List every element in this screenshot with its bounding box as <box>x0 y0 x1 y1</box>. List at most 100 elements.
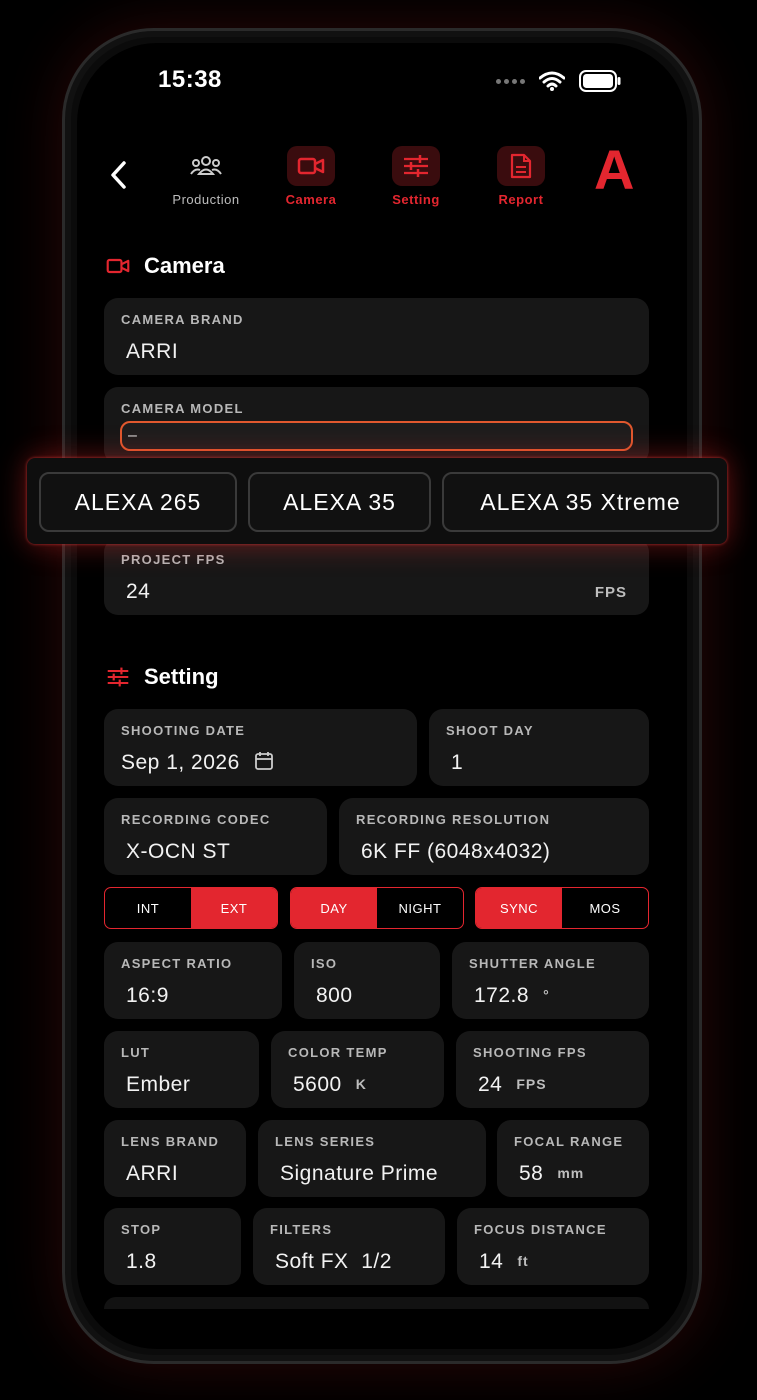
tab-setting[interactable]: Setting <box>366 146 466 207</box>
camera-brand-field[interactable]: CAMERA BRAND ARRI <box>104 298 649 375</box>
toggle-mos[interactable]: MOS <box>562 888 648 928</box>
lens-series-label: LENS SERIES <box>275 1134 376 1149</box>
color-temp-unit: K <box>355 1076 367 1092</box>
camera-model-label: CAMERA MODEL <box>121 401 244 416</box>
sync-mos-toggle: SYNC MOS <box>475 887 649 929</box>
shooting-date-field[interactable]: SHOOTING DATE Sep 1, 2026 <box>104 709 417 786</box>
stop-field[interactable]: STOP 1.8 <box>104 1208 241 1285</box>
lens-brand-label: LENS BRAND <box>121 1134 220 1149</box>
int-ext-toggle: INT EXT <box>104 887 278 929</box>
iso-field[interactable]: ISO 800 <box>294 942 440 1019</box>
lens-series-value: Signature Prime <box>280 1162 439 1185</box>
project-fps-value: 24 <box>126 580 151 603</box>
camera-brand-value: ARRI <box>126 340 179 363</box>
next-row-partial <box>104 1297 649 1309</box>
shutter-angle-value: 172.8 ° <box>474 984 550 1008</box>
stop-label: STOP <box>121 1222 162 1237</box>
camera-model-field[interactable]: CAMERA MODEL – <box>104 387 649 464</box>
color-temp-value: 5600 K <box>293 1073 367 1097</box>
camera-model-suggestions: ALEXA 265 ALEXA 35 ALEXA 35 Xtreme <box>27 458 727 544</box>
cellular-icon <box>496 78 525 84</box>
aspect-ratio-value: 16:9 <box>126 984 169 1007</box>
toggle-int[interactable]: INT <box>105 888 191 928</box>
filters-field[interactable]: FILTERS Soft FX 1/2 <box>253 1208 445 1285</box>
shoot-day-field[interactable]: SHOOT DAY 1 <box>429 709 649 786</box>
color-temp-number: 5600 <box>293 1073 342 1096</box>
shutter-angle-field[interactable]: SHUTTER ANGLE 172.8 ° <box>452 942 649 1019</box>
tab-production[interactable]: Production <box>156 146 256 207</box>
shooting-fps-number: 24 <box>478 1073 503 1096</box>
sliders-icon <box>107 667 129 687</box>
suggestion-alexa-35-xtreme[interactable]: ALEXA 35 Xtreme <box>442 472 719 532</box>
toggle-sync[interactable]: SYNC <box>476 888 562 928</box>
tab-camera[interactable]: Camera <box>261 146 361 207</box>
toggle-day[interactable]: DAY <box>291 888 377 928</box>
project-fps-unit: FPS <box>594 584 627 601</box>
aspect-ratio-field[interactable]: ASPECT RATIO 16:9 <box>104 942 282 1019</box>
tab-report[interactable]: Report <box>471 146 571 207</box>
color-temp-label: COLOR TEMP <box>288 1045 388 1060</box>
back-chevron-icon[interactable] <box>104 158 138 192</box>
lens-brand-field[interactable]: LENS BRAND ARRI <box>104 1120 246 1197</box>
shutter-angle-number: 172.8 <box>474 984 530 1007</box>
filters-label: FILTERS <box>270 1222 333 1237</box>
lut-value: Ember <box>126 1073 191 1096</box>
iso-label: ISO <box>311 956 338 971</box>
focus-distance-label: FOCUS DISTANCE <box>474 1222 607 1237</box>
lens-brand-value: ARRI <box>126 1162 179 1185</box>
shooting-fps-unit: FPS <box>516 1076 547 1092</box>
shutter-angle-label: SHUTTER ANGLE <box>469 956 596 971</box>
brand-logo: A <box>594 138 635 201</box>
toggle-night[interactable]: NIGHT <box>377 888 463 928</box>
calendar-icon[interactable] <box>254 751 274 771</box>
recording-resolution-label: RECORDING RESOLUTION <box>356 812 551 827</box>
focus-distance-unit: ft <box>517 1253 529 1269</box>
camera-section-title: Camera <box>106 253 225 279</box>
wifi-icon <box>539 71 565 91</box>
tab-camera-label: Camera <box>285 192 337 207</box>
shooting-fps-field[interactable]: SHOOTING FPS 24 FPS <box>456 1031 649 1108</box>
tab-setting-label: Setting <box>392 192 440 207</box>
suggestion-alexa-265[interactable]: ALEXA 265 <box>39 472 237 532</box>
project-fps-field[interactable]: PROJECT FPS 24 FPS <box>104 538 649 615</box>
camera-model-input[interactable]: – <box>120 421 633 451</box>
recording-codec-label: RECORDING CODEC <box>121 812 271 827</box>
stop-value: 1.8 <box>126 1250 157 1273</box>
suggestion-alexa-35[interactable]: ALEXA 35 <box>248 472 431 532</box>
focal-range-unit: mm <box>557 1165 585 1181</box>
sliders-icon <box>392 146 440 186</box>
people-icon <box>182 146 230 186</box>
document-icon <box>497 146 545 186</box>
day-night-toggle: DAY NIGHT <box>290 887 464 929</box>
setting-section-title: Setting <box>106 664 219 690</box>
shooting-fps-label: SHOOTING FPS <box>473 1045 587 1060</box>
battery-icon <box>579 70 621 92</box>
lut-field[interactable]: LUT Ember <box>104 1031 259 1108</box>
shutter-angle-unit: ° <box>543 987 550 1003</box>
color-temp-field[interactable]: COLOR TEMP 5600 K <box>271 1031 444 1108</box>
filters-value: Soft FX 1/2 <box>275 1250 392 1273</box>
lens-series-field[interactable]: LENS SERIES Signature Prime <box>258 1120 486 1197</box>
focus-distance-number: 14 <box>479 1250 504 1273</box>
focal-range-label: FOCAL RANGE <box>514 1134 624 1149</box>
camera-brand-label: CAMERA BRAND <box>121 312 244 327</box>
camera-section-label: Camera <box>144 253 225 278</box>
aspect-ratio-label: ASPECT RATIO <box>121 956 233 971</box>
focal-range-field[interactable]: FOCAL RANGE 58 mm <box>497 1120 649 1197</box>
tab-production-label: Production <box>172 192 240 207</box>
focal-range-value: 58 mm <box>519 1162 584 1186</box>
shoot-day-label: SHOOT DAY <box>446 723 534 738</box>
shooting-date-label: SHOOTING DATE <box>121 723 246 738</box>
video-camera-icon <box>287 146 335 186</box>
status-time: 15:38 <box>158 66 222 93</box>
recording-resolution-field[interactable]: RECORDING RESOLUTION 6K FF (6048x4032) <box>339 798 649 875</box>
recording-codec-field[interactable]: RECORDING CODEC X-OCN ST <box>104 798 327 875</box>
iso-value: 800 <box>316 984 353 1007</box>
focal-range-number: 58 <box>519 1162 544 1185</box>
shooting-date-text: Sep 1, 2026 <box>121 751 240 774</box>
shooting-fps-value: 24 FPS <box>478 1073 547 1097</box>
lut-label: LUT <box>121 1045 151 1060</box>
toggle-ext[interactable]: EXT <box>191 888 277 928</box>
setting-section-label: Setting <box>144 664 219 689</box>
focus-distance-field[interactable]: FOCUS DISTANCE 14 ft <box>457 1208 649 1285</box>
